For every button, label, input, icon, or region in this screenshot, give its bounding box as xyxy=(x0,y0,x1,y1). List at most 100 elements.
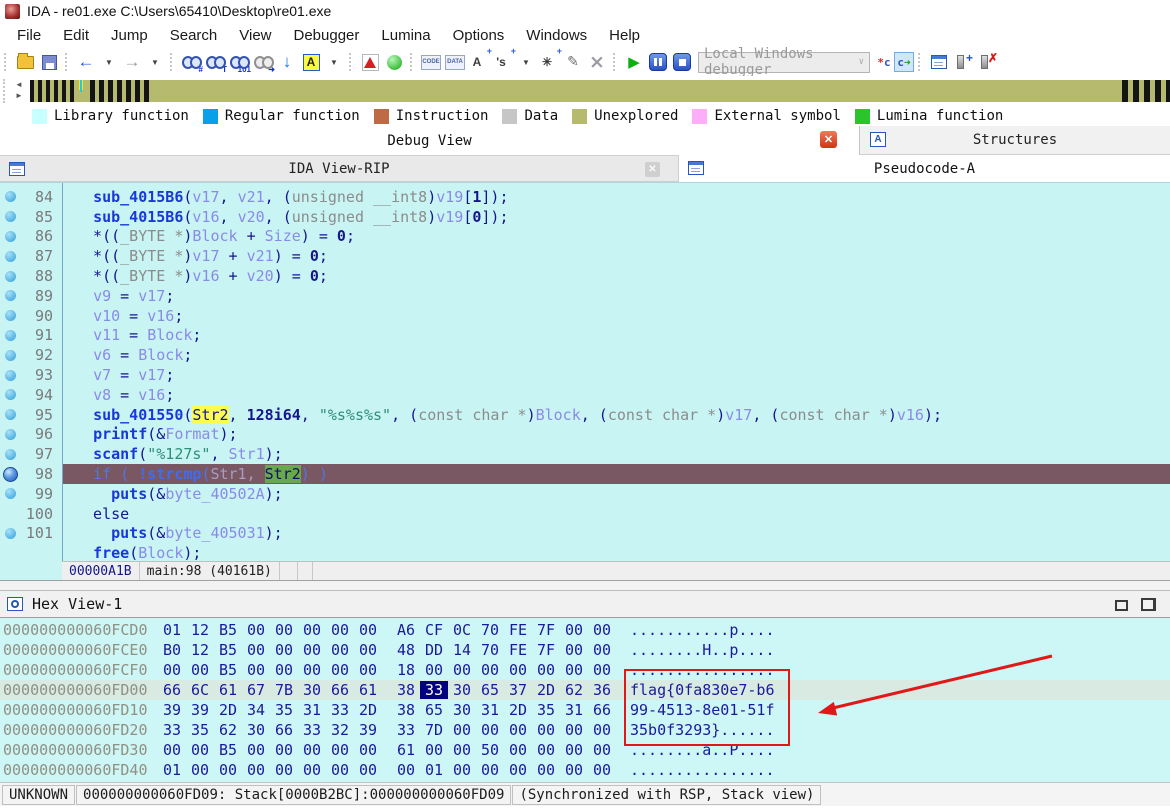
hex-byte[interactable]: 00 xyxy=(270,661,298,679)
hex-bytes[interactable]: 66 6C 61 67 7B 30 66 61 38 33 30 65 37 2D 62 36 xyxy=(158,681,616,699)
code-text[interactable]: v10 = v16; xyxy=(62,306,1170,326)
line-marker-icon[interactable] xyxy=(5,329,16,341)
hex-byte[interactable]: CF xyxy=(420,621,448,639)
hex-byte[interactable]: 00 xyxy=(476,761,504,779)
hex-byte[interactable]: 70 xyxy=(476,641,504,659)
hex-byte[interactable]: 01 xyxy=(158,621,186,639)
undefine-icon[interactable]: × xyxy=(587,51,607,73)
hex-byte[interactable]: 67 xyxy=(242,681,270,699)
line-gutter[interactable]: 94 xyxy=(0,385,62,405)
line-gutter[interactable]: 85 xyxy=(0,207,62,227)
code-text[interactable]: v7 = v17; xyxy=(62,365,1170,385)
hex-byte[interactable]: 00 xyxy=(354,621,382,639)
hex-byte[interactable]: 30 xyxy=(448,701,476,719)
pseudocode-line[interactable]: 96 printf (& Format); xyxy=(0,425,1170,445)
hex-byte[interactable]: 00 xyxy=(270,641,298,659)
line-gutter[interactable]: 87 xyxy=(0,246,62,266)
pseudocode-line[interactable]: 99 puts (& byte_40502A); xyxy=(0,484,1170,504)
debugger-select[interactable]: Local Windows debugger ∨ xyxy=(698,46,870,78)
hex-view-title-bar[interactable]: Hex View-1 xyxy=(0,590,1170,618)
hex-byte[interactable]: 00 xyxy=(158,741,186,759)
hex-bytes[interactable]: 39 39 2D 34 35 31 33 2D 38 65 30 31 2D 35 31 66 xyxy=(158,701,616,719)
hex-byte[interactable]: 00 xyxy=(298,641,326,659)
hex-byte[interactable]: 00 xyxy=(588,661,616,679)
line-gutter[interactable] xyxy=(0,543,62,563)
menu-options[interactable]: Options xyxy=(442,24,516,47)
hex-byte[interactable]: 00 xyxy=(270,621,298,639)
line-marker-icon[interactable] xyxy=(5,448,16,460)
ida-view-close-icon[interactable]: ✕ xyxy=(645,162,660,177)
code-text[interactable]: v6 = Block; xyxy=(62,345,1170,365)
pseudocode-line[interactable]: 89 v9 = v17; xyxy=(0,286,1170,306)
line-gutter[interactable]: 93 xyxy=(0,365,62,385)
hex-byte[interactable]: 00 xyxy=(476,721,504,739)
line-gutter[interactable]: 99 xyxy=(0,484,62,504)
hex-byte[interactable]: 00 xyxy=(448,661,476,679)
hex-bytes[interactable]: 33 35 62 30 66 33 32 39 33 7D 00 00 00 00 00 00 xyxy=(158,721,616,739)
hex-byte[interactable]: FE xyxy=(504,621,532,639)
make-string-icon[interactable]: 's + xyxy=(493,46,516,73)
hex-byte[interactable]: 00 xyxy=(560,661,588,679)
hex-byte[interactable]: 32 xyxy=(326,721,354,739)
code-text[interactable]: else xyxy=(62,504,1170,524)
toolbar-handle[interactable] xyxy=(918,53,922,71)
pause-process-button[interactable] xyxy=(648,51,668,73)
hex-byte[interactable]: 33 xyxy=(158,721,186,739)
hex-byte[interactable]: 00 xyxy=(504,761,532,779)
hex-bytes[interactable]: B0 12 B5 00 00 00 00 00 48 DD 14 70 FE 7F 00 00 xyxy=(158,641,616,659)
hex-byte[interactable]: B5 xyxy=(214,741,242,759)
hex-byte[interactable]: 66 xyxy=(270,721,298,739)
line-marker-icon[interactable] xyxy=(5,250,16,262)
hex-byte[interactable]: 00 xyxy=(448,761,476,779)
hex-byte[interactable]: 14 xyxy=(448,641,476,659)
forward-history-caret-icon[interactable]: ▼ xyxy=(145,51,165,73)
hex-byte[interactable]: 00 xyxy=(420,661,448,679)
hex-byte[interactable]: 00 xyxy=(158,661,186,679)
hex-byte[interactable]: 66 xyxy=(588,701,616,719)
hex-byte[interactable]: 66 xyxy=(158,681,186,699)
pseudocode-line[interactable]: 93 v7 = v17; xyxy=(0,365,1170,385)
hex-byte[interactable]: 33 xyxy=(420,681,448,699)
tab-structures[interactable]: A Structures xyxy=(860,126,1170,155)
hex-row[interactable]: 000000000060FD30 00 00 B5 00 00 00 00 00 61 00 00 50… xyxy=(0,740,1170,760)
maximize-icon[interactable] xyxy=(1115,600,1128,611)
line-gutter[interactable]: 100 xyxy=(0,504,62,524)
menu-search[interactable]: Search xyxy=(159,24,229,47)
menu-view[interactable]: View xyxy=(228,24,282,47)
make-code-icon[interactable]: CODE xyxy=(421,51,441,73)
code-text[interactable]: printf (& Format); xyxy=(62,425,1170,445)
pseudocode-line[interactable]: 88 *((_BYTE *) v16 + v20) = 0; xyxy=(0,266,1170,286)
hex-byte[interactable]: 00 xyxy=(560,641,588,659)
hex-byte[interactable]: 00 xyxy=(448,721,476,739)
line-gutter[interactable]: 86 xyxy=(0,227,62,247)
toolbar-handle[interactable] xyxy=(170,53,174,71)
navband-handle[interactable] xyxy=(3,79,6,103)
line-gutter[interactable]: 96 xyxy=(0,425,62,445)
hex-byte[interactable]: 31 xyxy=(560,701,588,719)
hex-byte[interactable]: 31 xyxy=(298,701,326,719)
hex-byte[interactable]: 00 xyxy=(560,741,588,759)
hex-byte[interactable]: 00 xyxy=(560,721,588,739)
code-text[interactable]: v9 = v17; xyxy=(62,286,1170,306)
pseudocode-line[interactable]: 86 *((_BYTE *) Block + Size) = 0; xyxy=(0,227,1170,247)
toolbar-handle[interactable] xyxy=(410,53,414,71)
names-caret-icon[interactable]: ▼ xyxy=(324,51,344,73)
hex-byte[interactable]: 39 xyxy=(158,701,186,719)
search-next-icon[interactable]: ➜ xyxy=(253,55,275,74)
hex-ascii[interactable]: ........H..p.... xyxy=(630,641,775,659)
hex-byte[interactable]: 62 xyxy=(214,721,242,739)
line-marker-icon[interactable] xyxy=(5,527,16,539)
hex-byte[interactable]: 30 xyxy=(298,681,326,699)
pseudocode-line[interactable]: 95 sub_401550(Str2, 128i64, "%s%s%s", (c… xyxy=(0,405,1170,425)
hex-byte[interactable]: 48 xyxy=(392,641,420,659)
line-gutter[interactable]: 89 xyxy=(0,286,62,306)
hex-byte[interactable]: 38 xyxy=(392,701,420,719)
hex-row[interactable]: 000000000060FD20 33 35 62 30 66 33 32 39 33 7D 00 00… xyxy=(0,720,1170,740)
search-binary-icon[interactable]: 101 xyxy=(229,55,251,74)
code-text[interactable]: puts (& byte_405031); xyxy=(62,524,1170,544)
make-name-icon[interactable]: A + xyxy=(469,46,492,73)
hex-byte[interactable]: 00 xyxy=(504,721,532,739)
hex-byte[interactable]: 01 xyxy=(420,761,448,779)
hex-view-content[interactable]: 000000000060FCD0 01 12 B5 00 00 00 00 00 A6 CF 0C 70… xyxy=(0,618,1170,782)
hex-byte[interactable]: 00 xyxy=(560,761,588,779)
